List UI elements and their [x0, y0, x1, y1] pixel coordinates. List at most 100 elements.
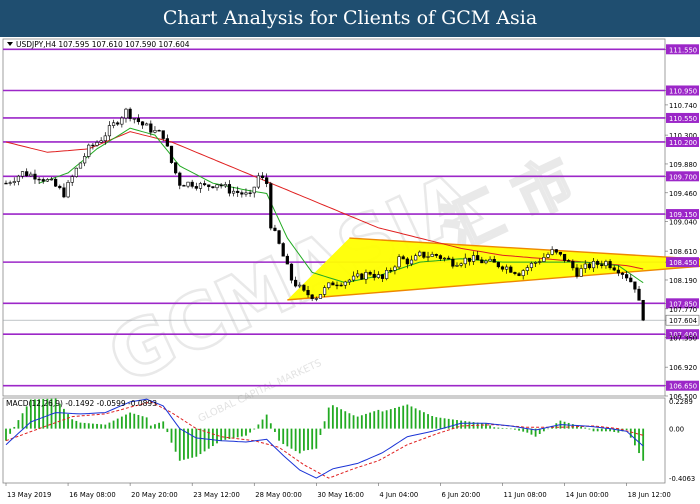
macd-label: MACD(12,26,9) -0.1492 -0.0599 -0.0893: [6, 399, 157, 408]
macd-histogram-bar: [9, 428, 12, 434]
macd-histogram-bar: [236, 428, 239, 438]
candle-body: [455, 265, 459, 267]
candle-body: [620, 272, 625, 275]
y-tick-label: 109.700: [669, 173, 697, 181]
candle-body: [322, 287, 327, 295]
macd-frame: [2, 397, 666, 484]
candle-body: [240, 192, 244, 195]
candle-body: [302, 284, 306, 291]
candle-body: [372, 273, 376, 278]
macd-histogram-bar: [360, 415, 363, 429]
candle-body: [103, 135, 107, 142]
y-tick-label: 108.190: [669, 277, 697, 285]
candle: [174, 162, 178, 175]
candle: [87, 143, 91, 159]
candle: [140, 121, 145, 129]
macd-histogram-bar: [514, 428, 516, 430]
candle-body: [252, 186, 256, 194]
macd-histogram-bar: [112, 420, 115, 429]
macd-histogram-bar: [634, 428, 636, 446]
candle-body: [169, 145, 174, 163]
candle: [165, 134, 169, 147]
macd-histogram-bar: [344, 411, 347, 429]
macd-line: [5, 398, 644, 479]
macd-histogram-bar: [625, 428, 628, 430]
candle: [281, 241, 285, 257]
candle-body: [505, 266, 509, 270]
candle: [145, 122, 149, 126]
macd-histogram-bar: [480, 423, 483, 429]
candle-body: [533, 262, 538, 264]
candle: [223, 181, 227, 188]
macd-histogram-bar: [104, 424, 107, 429]
y-tick-label: 108.610: [669, 248, 697, 256]
candle-body: [476, 255, 480, 261]
macd-histogram-bar: [307, 428, 309, 451]
candle-body: [203, 183, 207, 186]
candle-body: [116, 122, 120, 125]
candle-body: [281, 243, 285, 257]
candle-body: [157, 130, 161, 132]
candle-body: [198, 183, 203, 189]
candle-body: [641, 299, 645, 321]
candle-body: [401, 256, 405, 260]
header-banner: Chart Analysis for Clients of GCM Asia: [0, 0, 700, 37]
candle-body: [231, 190, 236, 194]
macd-histogram-bar: [63, 408, 65, 429]
main-chart-title: USDJPY,H4 107.595 107.610 107.590 107.60…: [7, 40, 190, 49]
candle-body: [194, 186, 198, 189]
candle: [194, 182, 198, 191]
macd-histogram-bar: [120, 416, 123, 429]
macd-histogram-bar: [265, 414, 268, 429]
y-tick-label: 110.200: [669, 139, 697, 147]
candle-body: [219, 184, 223, 187]
macd-histogram-bar: [83, 422, 86, 429]
macd-histogram-bar: [286, 428, 289, 447]
candle-body: [414, 255, 418, 261]
candle-body: [579, 268, 583, 277]
candle-body: [83, 156, 87, 164]
candle: [83, 153, 87, 167]
candle-body: [174, 162, 178, 174]
macd-histogram-bar: [497, 427, 500, 429]
macd-histogram-bar: [402, 405, 405, 429]
x-tick-label: 14 Jun 00:00: [566, 491, 609, 499]
macd-histogram-bar: [145, 417, 148, 429]
y-tick-label: 109.460: [669, 190, 697, 198]
macd-histogram-bar: [290, 428, 293, 449]
macd-histogram-bar: [154, 424, 156, 429]
candle-body: [8, 182, 12, 184]
candle-body: [120, 117, 124, 125]
candle-body: [310, 294, 314, 300]
candle-body: [306, 289, 310, 296]
x-tick-label: 30 May 16:00: [317, 491, 364, 499]
macd-histogram-bar: [249, 428, 252, 433]
macd-histogram-bar: [191, 428, 194, 458]
candle: [289, 263, 294, 284]
candle: [227, 180, 232, 197]
macd-histogram-bar: [600, 428, 603, 432]
candle-body: [132, 118, 136, 120]
candle: [360, 272, 364, 280]
macd-histogram-bar: [439, 417, 442, 429]
candle: [219, 182, 223, 189]
candle: [4, 180, 8, 185]
macd-histogram-bar: [183, 428, 185, 460]
macd-histogram-bar: [410, 406, 413, 429]
macd-histogram-bar: [174, 428, 177, 452]
macd-histogram-bar: [87, 423, 90, 429]
candle-body: [99, 140, 103, 143]
macd-histogram-bar: [257, 424, 260, 429]
macd-histogram-bar: [274, 428, 276, 432]
macd-histogram-bar: [108, 422, 111, 429]
candle-body: [368, 271, 372, 275]
candle: [74, 167, 78, 178]
macd-histogram-bar: [584, 427, 587, 429]
candle-body: [575, 267, 579, 277]
macd-histogram-bar: [162, 421, 165, 429]
candle: [252, 186, 256, 198]
macd-histogram-bar: [638, 428, 640, 454]
candle-body: [29, 173, 33, 177]
macd-histogram-bar: [253, 428, 256, 430]
macd-histogram-bar: [211, 428, 214, 447]
